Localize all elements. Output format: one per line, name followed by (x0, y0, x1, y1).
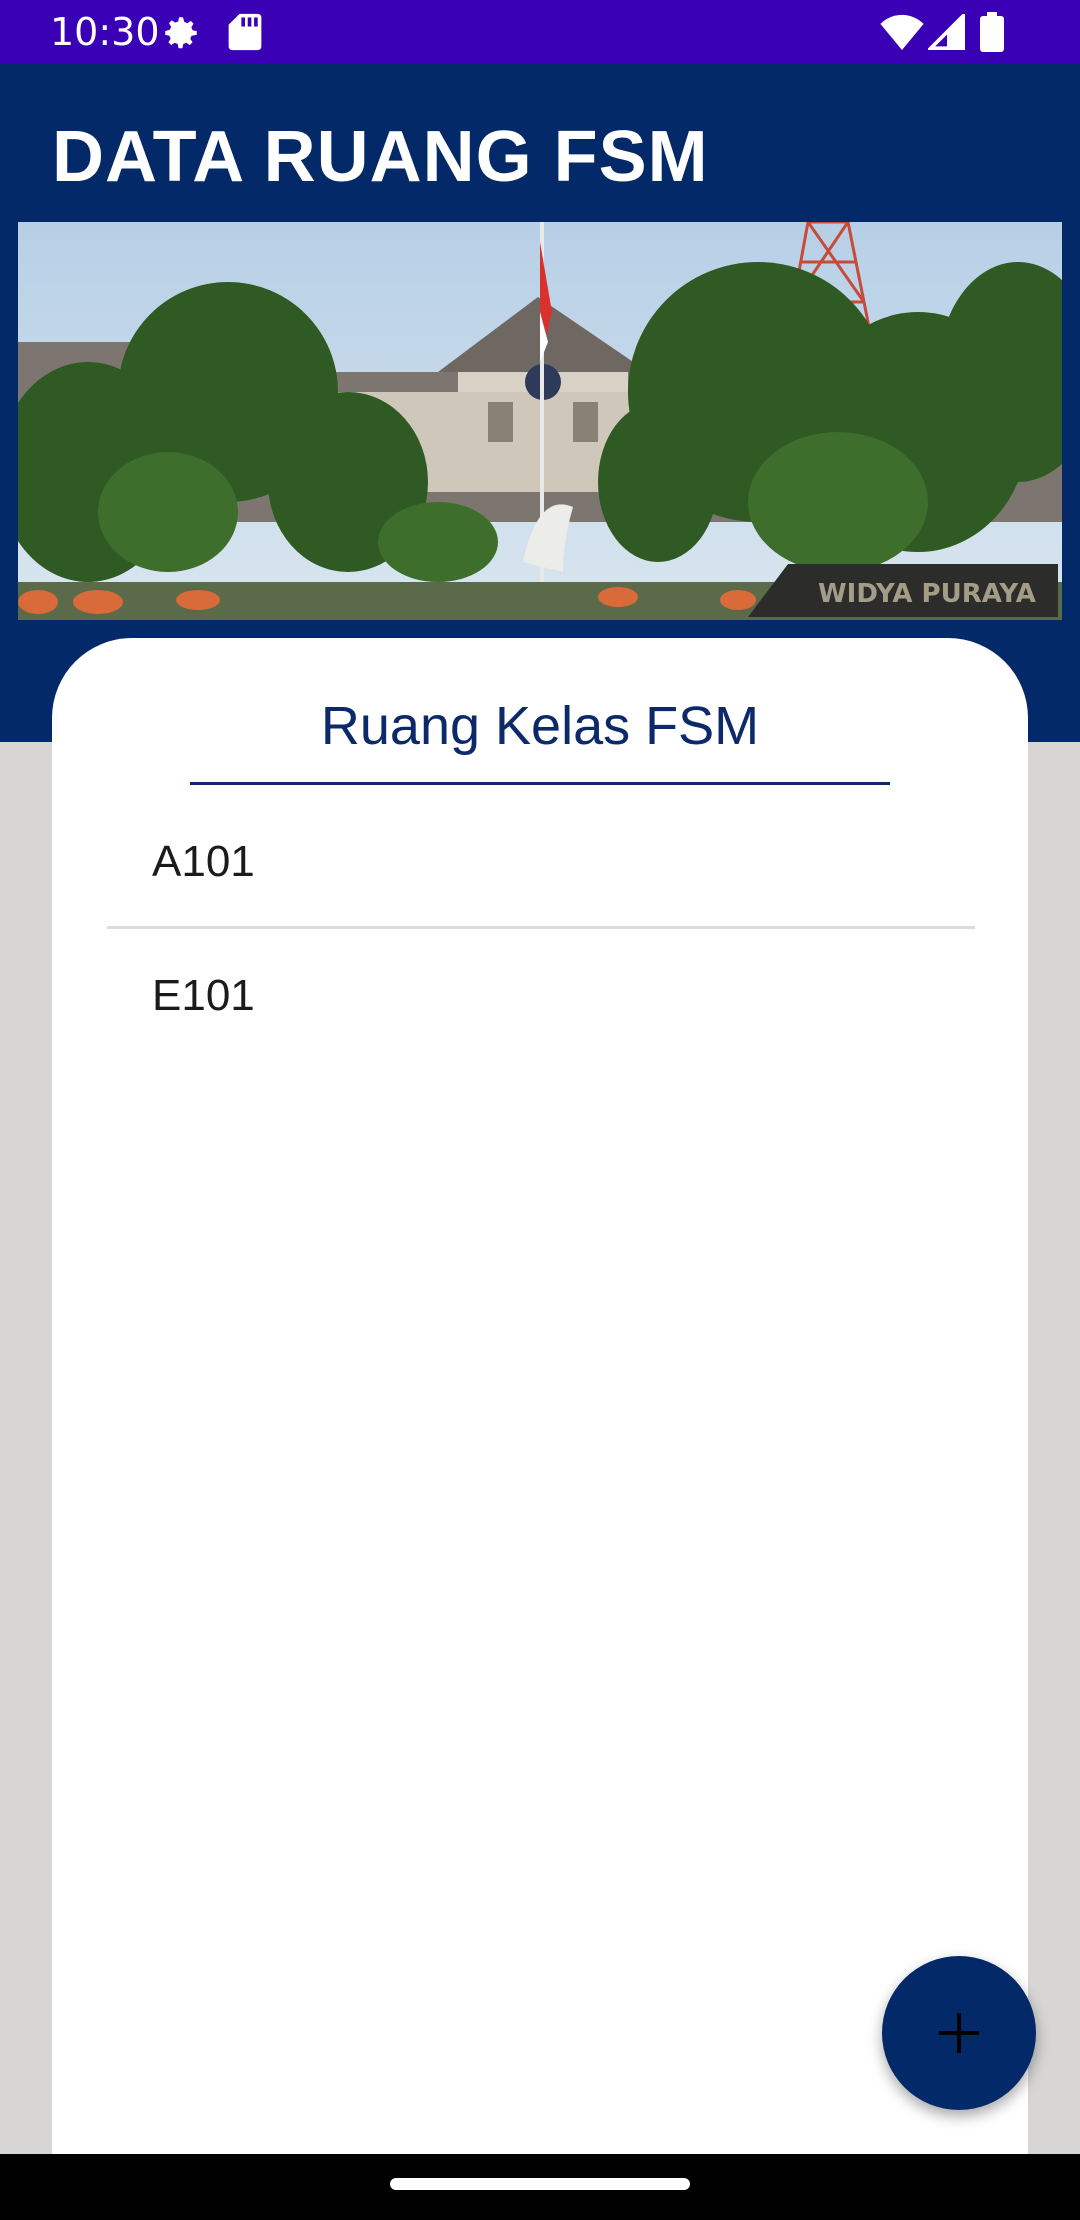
room-name: E101 (152, 971, 255, 1020)
list-divider (107, 926, 975, 929)
home-indicator[interactable] (390, 2178, 690, 2190)
wifi-icon (880, 14, 924, 50)
navigation-bar (0, 2154, 1080, 2220)
battery-icon (980, 12, 1004, 52)
status-time: 10:30 (50, 10, 160, 54)
signal-icon (928, 14, 965, 50)
sd-card-icon (228, 13, 262, 51)
room-list-item[interactable]: A101 (52, 800, 1028, 924)
room-list-item[interactable]: E101 (52, 934, 1028, 1058)
campus-building-image: WIDYA PURAYA (18, 222, 1062, 620)
status-bar: 10:30 (0, 0, 1080, 64)
photo-sign-text: WIDYA PURAYA (818, 579, 1036, 609)
section-title-underline (190, 782, 890, 785)
section-title: Ruang Kelas FSM (320, 696, 760, 756)
settings-icon (165, 17, 197, 49)
add-room-button[interactable] (882, 1956, 1036, 2110)
app-title: DATA RUANG FSM (52, 117, 709, 197)
room-name: A101 (152, 837, 255, 886)
campus-photo: WIDYA PURAYA (18, 222, 1062, 620)
plus-icon (939, 2013, 979, 2053)
